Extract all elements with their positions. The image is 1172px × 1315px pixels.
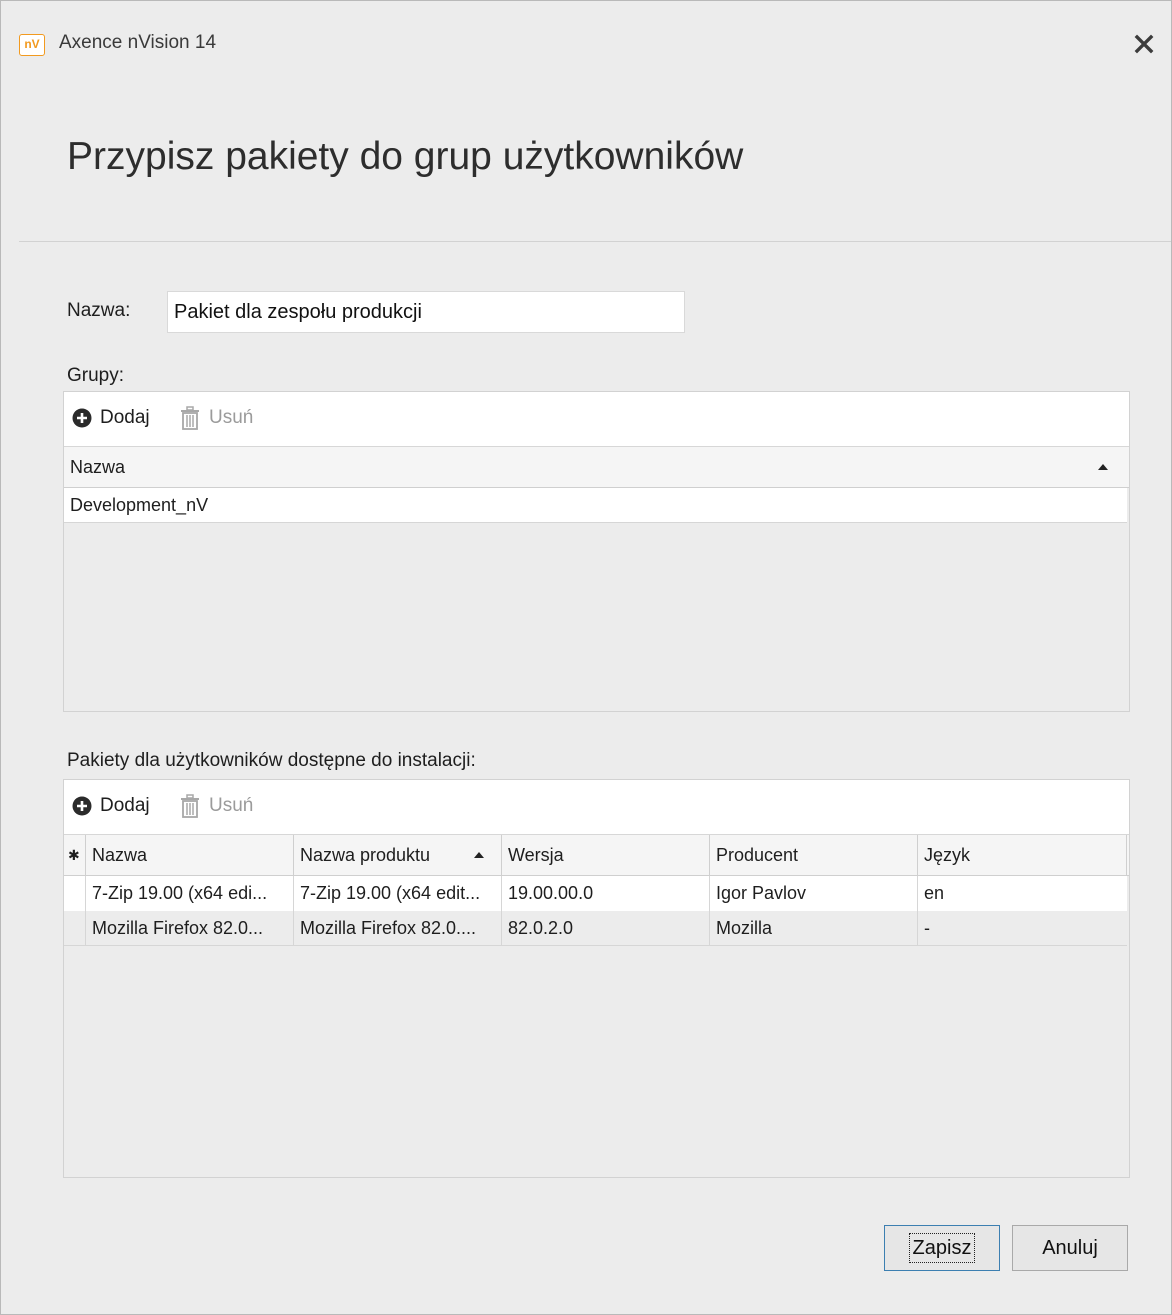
packages-remove-label: Usuń bbox=[209, 795, 254, 816]
table-cell: 19.00.00.0 bbox=[502, 876, 710, 911]
packages-remove-button[interactable]: Usuń bbox=[179, 792, 253, 820]
plus-circle-icon bbox=[72, 408, 92, 428]
groups-remove-button[interactable]: Usuń bbox=[179, 404, 253, 432]
column-header-producent[interactable]: Producent bbox=[710, 835, 918, 875]
column-header-nazwa-produktu[interactable]: Nazwa produktu bbox=[294, 835, 502, 875]
packages-section-label: Pakiety dla użytkowników dostępne do ins… bbox=[67, 750, 476, 771]
sort-ascending-icon bbox=[474, 852, 484, 858]
title-bar: nV Axence nVision 14 bbox=[1, 1, 1171, 89]
trash-icon bbox=[179, 794, 201, 818]
groups-toolbar: Dodaj Usuń bbox=[64, 392, 1129, 446]
plus-circle-icon bbox=[72, 796, 92, 816]
groups-grid-header: Nazwa bbox=[64, 447, 1129, 488]
packages-add-button[interactable]: Dodaj bbox=[72, 792, 150, 820]
sort-ascending-icon bbox=[1098, 464, 1108, 470]
packages-add-label: Dodaj bbox=[100, 795, 150, 816]
save-button[interactable]: Zapisz bbox=[884, 1225, 1000, 1271]
app-title: Axence nVision 14 bbox=[59, 32, 217, 53]
close-icon bbox=[1134, 34, 1154, 54]
groups-remove-label: Usuń bbox=[209, 407, 254, 428]
column-header-wersja[interactable]: Wersja bbox=[502, 835, 710, 875]
name-input[interactable] bbox=[167, 291, 685, 333]
row-indicator bbox=[64, 911, 86, 946]
table-cell: 7-Zip 19.00 (x64 edit... bbox=[294, 876, 502, 911]
table-cell: Mozilla Firefox 82.0... bbox=[86, 911, 294, 946]
table-row[interactable]: 7-Zip 19.00 (x64 edi... 7-Zip 19.00 (x64… bbox=[64, 876, 1127, 911]
packages-grid-header: ✱ Nazwa Nazwa produktu Wersja Producent … bbox=[64, 835, 1129, 876]
page-title: Przypisz pakiety do grup użytkowników bbox=[67, 135, 744, 178]
name-label: Nazwa: bbox=[67, 300, 131, 321]
groups-grid: Nazwa Development_nV bbox=[64, 446, 1129, 711]
table-cell: 82.0.2.0 bbox=[502, 911, 710, 946]
packages-toolbar: Dodaj Usuń bbox=[64, 780, 1129, 834]
table-cell: Igor Pavlov bbox=[710, 876, 918, 911]
groups-section-label: Grupy: bbox=[67, 365, 125, 386]
packages-grid: ✱ Nazwa Nazwa produktu Wersja Producent … bbox=[64, 834, 1129, 1177]
packages-panel: Dodaj Usuń ✱ Nazwa Nazwa produktu Wersja… bbox=[63, 779, 1130, 1178]
groups-panel: Dodaj Usuń Nazwa Development_nV bbox=[63, 391, 1130, 712]
table-cell: 7-Zip 19.00 (x64 edi... bbox=[86, 876, 294, 911]
groups-add-button[interactable]: Dodaj bbox=[72, 404, 150, 432]
groups-add-label: Dodaj bbox=[100, 407, 150, 428]
dialog-window: nV Axence nVision 14 Przypisz pakiety do… bbox=[0, 0, 1172, 1315]
trash-icon bbox=[179, 406, 201, 430]
cancel-button[interactable]: Anuluj bbox=[1012, 1225, 1128, 1271]
header-divider bbox=[19, 241, 1171, 242]
column-header-nazwa[interactable]: Nazwa bbox=[86, 835, 294, 875]
table-row[interactable]: Development_nV bbox=[64, 488, 1127, 523]
close-button[interactable] bbox=[1127, 27, 1161, 61]
table-cell: en bbox=[924, 883, 945, 903]
table-cell: Mozilla Firefox 82.0.... bbox=[294, 911, 502, 946]
table-row[interactable]: Mozilla Firefox 82.0... Mozilla Firefox … bbox=[64, 911, 1127, 946]
table-cell: Mozilla bbox=[710, 911, 918, 946]
table-cell: - bbox=[924, 918, 930, 938]
row-indicator bbox=[64, 876, 86, 911]
column-header-nazwa[interactable]: Nazwa bbox=[64, 447, 1126, 487]
table-cell: Development_nV bbox=[70, 495, 209, 515]
column-header-jezyk[interactable]: Język bbox=[918, 835, 1127, 875]
new-row-indicator-icon: ✱ bbox=[64, 835, 86, 875]
app-logo-icon: nV bbox=[19, 34, 45, 56]
